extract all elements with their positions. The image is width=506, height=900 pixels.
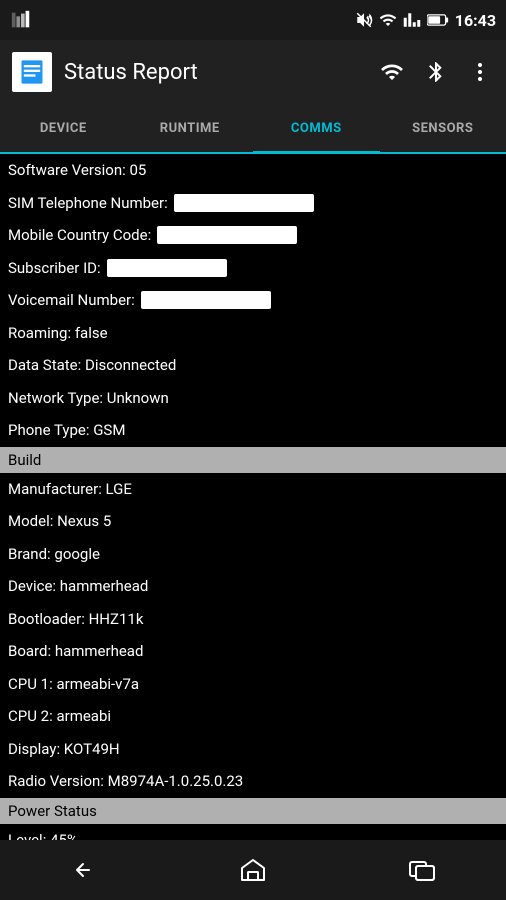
wifi-status-icon (379, 11, 397, 29)
status-bar-time: 16:43 (455, 11, 496, 30)
field-label: Voicemail Number: (8, 289, 135, 312)
app-bar: Status Report (0, 40, 506, 104)
info-row-redacted: Voicemail Number: (0, 284, 506, 317)
wifi-button[interactable] (378, 58, 406, 86)
info-row: Phone Type: GSM (0, 414, 506, 447)
document-icon (18, 58, 46, 86)
app-bar-actions (378, 58, 494, 86)
info-row: CPU 2: armeabi (0, 700, 506, 733)
field-label: Subscriber ID: (8, 257, 101, 280)
app-icon (12, 52, 52, 92)
recents-button[interactable] (392, 850, 452, 890)
info-row: Software Version: 05 (0, 154, 506, 187)
menu-icon (10, 9, 32, 31)
content-area: Software Version: 05 SIM Telephone Number… (0, 154, 506, 840)
tab-device[interactable]: DEVICE (0, 106, 127, 154)
info-row: Display: KOT49H (0, 733, 506, 766)
signal-icon (403, 11, 421, 29)
status-bar: 16:43 (0, 0, 506, 40)
field-label: Mobile Country Code: (8, 224, 151, 247)
info-row: Model: Nexus 5 (0, 505, 506, 538)
bluetooth-button[interactable] (422, 58, 450, 86)
battery-icon (427, 13, 449, 27)
section-header: Power Status (0, 798, 506, 824)
redacted-value (107, 259, 227, 277)
redacted-value (141, 291, 271, 309)
app-title: Status Report (64, 60, 366, 85)
info-row-redacted: SIM Telephone Number: (0, 187, 506, 220)
nav-bar (0, 840, 506, 900)
info-row-redacted: Mobile Country Code: (0, 219, 506, 252)
info-row: Level: 45% (0, 824, 506, 841)
tab-runtime[interactable]: RUNTIME (127, 106, 254, 154)
info-row: Data State: Disconnected (0, 349, 506, 382)
info-row: Bootloader: HHZ11k (0, 603, 506, 636)
status-bar-left (10, 9, 32, 31)
info-row: Manufacturer: LGE (0, 473, 506, 506)
info-row: Brand: google (0, 538, 506, 571)
section-header: Build (0, 447, 506, 473)
home-button[interactable] (223, 850, 283, 890)
info-row: Roaming: false (0, 317, 506, 350)
info-row: Device: hammerhead (0, 570, 506, 603)
redacted-value (174, 194, 314, 212)
tab-comms[interactable]: COMMS (253, 106, 380, 154)
more-options-button[interactable] (466, 58, 494, 86)
back-button[interactable] (54, 850, 114, 890)
redacted-value (157, 226, 297, 244)
tab-sensors[interactable]: SENSORS (380, 106, 506, 154)
info-row: Board: hammerhead (0, 635, 506, 668)
field-label: SIM Telephone Number: (8, 192, 168, 215)
info-row: Radio Version: M8974A-1.0.25.0.23 (0, 765, 506, 798)
status-bar-right: 16:43 (355, 11, 496, 30)
info-row: CPU 1: armeabi-v7a (0, 668, 506, 701)
tab-bar: DEVICE RUNTIME COMMS SENSORS (0, 104, 506, 154)
info-row: Network Type: Unknown (0, 382, 506, 415)
info-row-redacted: Subscriber ID: (0, 252, 506, 285)
mute-icon (355, 11, 373, 29)
